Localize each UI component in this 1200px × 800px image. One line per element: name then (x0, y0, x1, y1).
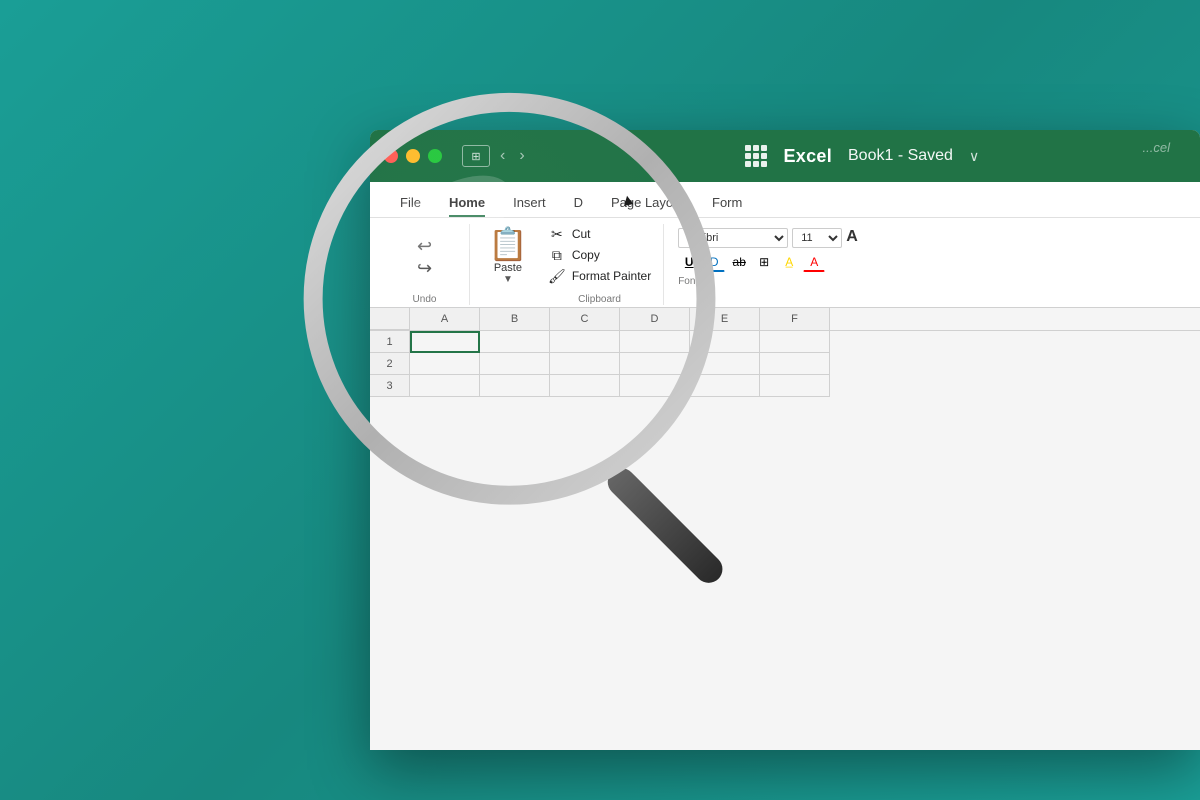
font-format-row: U D ab ⊞ A̲ A (678, 252, 825, 272)
excel-window: ⊞ ‹ › Excel Book1 - Saved ∨ ...cel File … (370, 130, 1200, 750)
row-header-3: 3 (370, 375, 410, 397)
font-selects: Calibri 11 A (678, 228, 858, 248)
cell-c3[interactable] (550, 375, 620, 397)
font-name-select[interactable]: Calibri (678, 228, 788, 248)
app-title: Excel (783, 146, 832, 167)
cell-c2[interactable] (550, 353, 620, 375)
forward-arrow[interactable]: › (515, 147, 528, 165)
format-painter-icon: 🖌 (548, 268, 566, 285)
cell-a2[interactable] (410, 353, 480, 375)
copy-icon: ⧉ (548, 247, 566, 264)
font-group-label: Font (678, 272, 698, 287)
col-header-c[interactable]: C (550, 308, 620, 330)
document-title: Book1 - Saved (848, 147, 953, 165)
cut-button[interactable]: ✂ Cut (544, 225, 655, 244)
cell-b3[interactable] (480, 375, 550, 397)
fill-color-button[interactable]: A̲ (778, 252, 800, 272)
spreadsheet-grid: A B C D E F 1 2 3 (370, 308, 1200, 397)
cell-f3[interactable] (760, 375, 830, 397)
paste-button[interactable]: 📋 Paste ▼ (480, 224, 536, 289)
font-color-button[interactable]: A (803, 252, 825, 272)
maximize-button[interactable] (428, 149, 442, 163)
col-header-a[interactable]: A (410, 308, 480, 330)
underline-color-button[interactable]: D (703, 252, 725, 272)
redo-button[interactable]: ↪ (417, 259, 432, 277)
cell-d2[interactable] (620, 353, 690, 375)
copy-label: Copy (572, 248, 600, 262)
corner-header (370, 308, 410, 330)
grid-row-2: 2 (370, 353, 1200, 375)
cursor-arrow: ▲ (619, 191, 638, 211)
cell-d1[interactable] (620, 331, 690, 353)
tab-insert[interactable]: Insert (499, 187, 560, 217)
undo-group-label: Undo (413, 290, 437, 305)
font-group: Calibri 11 A U D ab ⊞ A̲ A Font (666, 224, 886, 305)
title-dropdown-icon[interactable]: ∨ (969, 148, 979, 165)
tab-data[interactable]: D (560, 187, 597, 217)
tab-file[interactable]: File (386, 187, 435, 217)
cell-e2[interactable] (690, 353, 760, 375)
tab-formulas[interactable]: Form (698, 187, 756, 217)
cell-b1[interactable] (480, 331, 550, 353)
title-bar-controls: ⊞ ‹ › (462, 145, 529, 167)
paste-label: Paste (494, 262, 522, 274)
title-bar: ⊞ ‹ › Excel Book1 - Saved ∨ ...cel (370, 130, 1200, 182)
layout-icon[interactable]: ⊞ (462, 145, 490, 167)
cell-e1[interactable] (690, 331, 760, 353)
column-headers: A B C D E F (370, 308, 1200, 331)
undo-buttons: ↩ ↪ (417, 224, 432, 290)
back-arrow[interactable]: ‹ (496, 147, 509, 165)
ribbon-content: ↩ ↪ Undo 📋 Paste ▼ ✂ Cut (370, 218, 1200, 308)
borders-button[interactable]: ⊞ (753, 252, 775, 272)
copy-button[interactable]: ⧉ Copy (544, 246, 655, 265)
row-header-1: 1 (370, 331, 410, 353)
underline-button[interactable]: U (678, 252, 700, 272)
title-bar-right-text: ...cel (1143, 140, 1170, 155)
cell-f1[interactable] (760, 331, 830, 353)
col-header-d[interactable]: D (620, 308, 690, 330)
row-header-2: 2 (370, 353, 410, 375)
grid-row-3: 3 (370, 375, 1200, 397)
strikethrough-button[interactable]: ab (728, 252, 750, 272)
cell-a3[interactable] (410, 375, 480, 397)
format-painter-button[interactable]: 🖌 Format Painter (544, 267, 655, 286)
clipboard-group-label: Clipboard (544, 290, 655, 305)
col-header-e[interactable]: E (690, 308, 760, 330)
cell-f2[interactable] (760, 353, 830, 375)
cell-d3[interactable] (620, 375, 690, 397)
title-center: Excel Book1 - Saved ∨ (539, 145, 1186, 167)
app-grid-icon[interactable] (745, 145, 767, 167)
scissors-icon: ✂ (548, 226, 566, 243)
cell-b2[interactable] (480, 353, 550, 375)
cut-label: Cut (572, 227, 591, 241)
font-size-select[interactable]: 11 (792, 228, 842, 248)
ribbon-tabs: File Home Insert D Page Layout Form (370, 182, 1200, 218)
undo-button[interactable]: ↩ (417, 237, 432, 255)
cell-a1[interactable] (410, 331, 480, 353)
font-size-indicator: A (846, 228, 858, 248)
clipboard-group: 📋 Paste ▼ ✂ Cut ⧉ Copy 🖌 (472, 224, 664, 305)
grid-row-1: 1 (370, 331, 1200, 353)
paste-dropdown-arrow[interactable]: ▼ (503, 274, 513, 285)
cell-e3[interactable] (690, 375, 760, 397)
cell-c1[interactable] (550, 331, 620, 353)
paste-icon: 📋 (488, 228, 528, 260)
tab-home[interactable]: Home (435, 187, 499, 217)
undo-group: ↩ ↪ Undo (380, 224, 470, 305)
clipboard-items: ✂ Cut ⧉ Copy 🖌 Format Painter (544, 225, 655, 286)
traffic-lights (384, 149, 442, 163)
col-header-f[interactable]: F (760, 308, 830, 330)
minimize-button[interactable] (406, 149, 420, 163)
tab-page-layout[interactable]: Page Layout (597, 187, 698, 217)
format-painter-label: Format Painter (572, 269, 651, 283)
close-button[interactable] (384, 149, 398, 163)
col-header-b[interactable]: B (480, 308, 550, 330)
